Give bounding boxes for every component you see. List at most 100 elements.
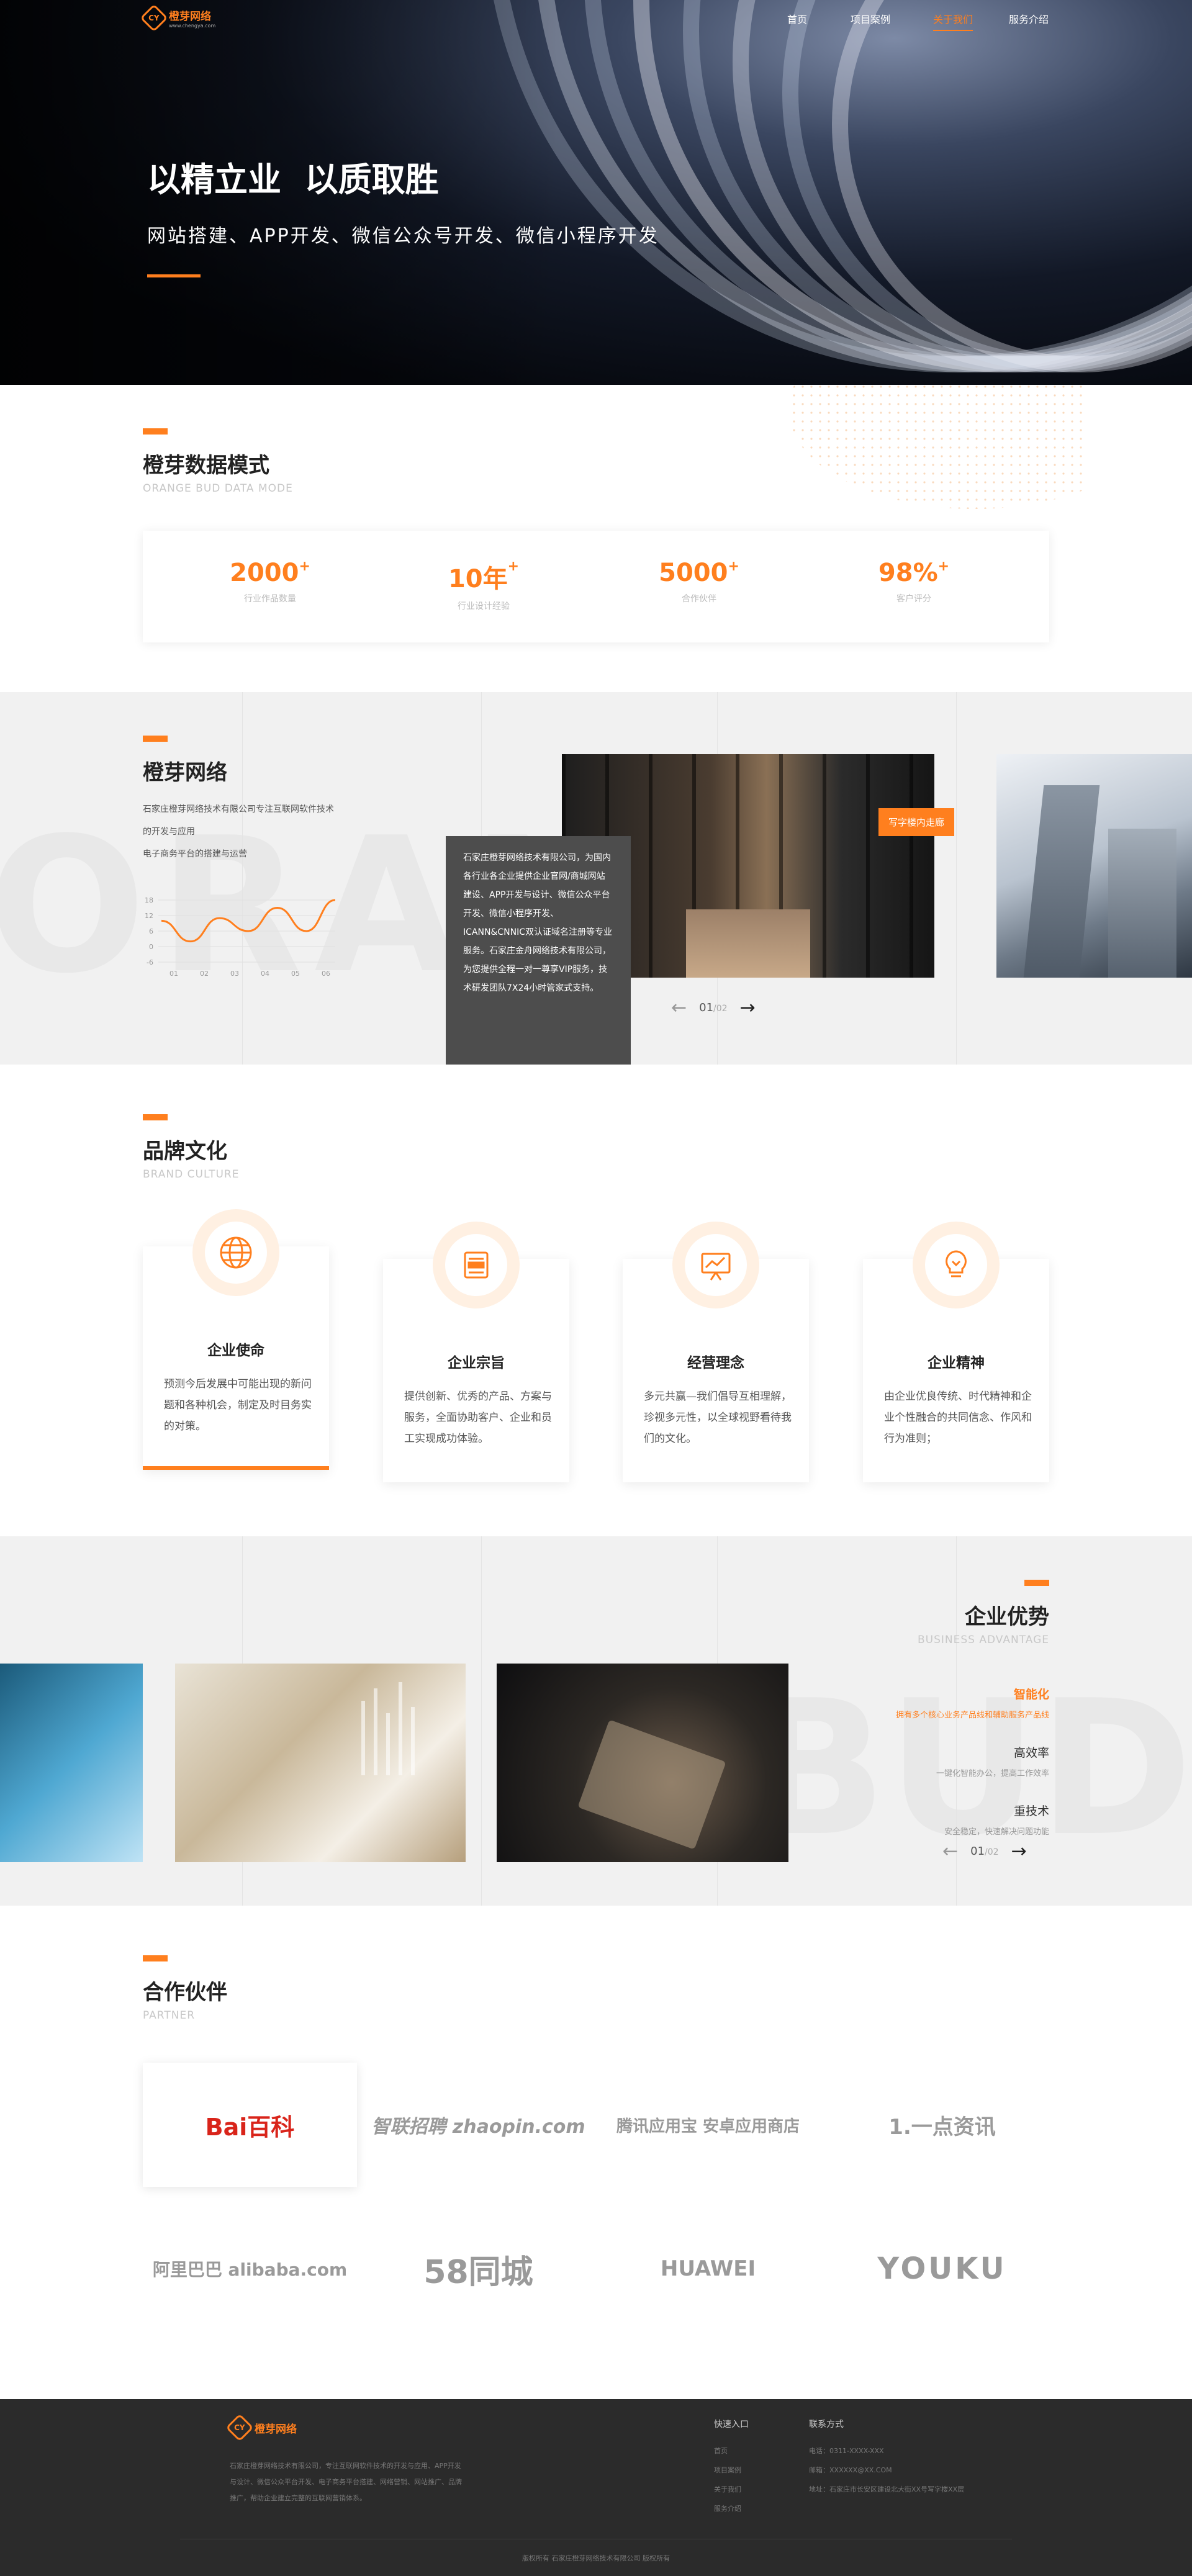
section-bar (143, 1955, 168, 1961)
partners-section: 合作伙伴 PARTNER Bai百科 智联招聘 zhaopin.com 腾讯应用… (0, 1906, 1192, 2399)
partner-logo-youku[interactable]: YOUKU (835, 2207, 1049, 2331)
about-section: ORANGE BUD 橙芽网络 石家庄橙芽网络技术有限公司专注互联网软件技术的开… (0, 692, 1192, 1065)
hero-accent-line (147, 274, 201, 277)
chart-ytick: 6 (149, 927, 153, 935)
section-subtitle: BRAND CULTURE (143, 1168, 240, 1181)
partner-logo-baidu[interactable]: Bai百科 (143, 2063, 357, 2187)
chart-xtick: 03 (230, 970, 239, 978)
card-title: 经营理念 (687, 1355, 744, 1371)
lightbulb-icon (925, 1234, 987, 1296)
data-mode-section: 橙芽数据模式 ORANGE BUD DATA MODE 2000+ 行业作品数量… (0, 385, 1192, 692)
footer-link[interactable]: 项目案例 (714, 2461, 749, 2480)
next-arrow-icon[interactable]: → (1011, 1840, 1027, 1862)
logo[interactable]: CY 橙芽网络 www.chengya.com (140, 4, 216, 32)
logo-mark-icon: CY (225, 2413, 254, 2442)
culture-section: 品牌文化 BRAND CULTURE 企业使命 预测今后发展中可能出现的新问题和… (0, 1065, 1192, 1536)
nav-about[interactable]: 关于我们 (933, 11, 973, 31)
top-nav: CY 橙芽网络 www.chengya.com 首页 项目案例 关于我们 服务介… (0, 0, 1192, 38)
footer-link[interactable]: 关于我们 (714, 2480, 749, 2499)
section-title: 合作伙伴 (143, 1980, 227, 2005)
nav-projects[interactable]: 项目案例 (851, 11, 890, 26)
footer-link[interactable]: 服务介绍 (714, 2499, 749, 2518)
hero-title: 以精立业 以质取胜 (147, 160, 439, 199)
photo-tag: 写字楼内走廊 (878, 808, 955, 836)
partner-logo-yidian[interactable]: 1.一点资讯 (835, 2063, 1049, 2187)
prev-arrow-icon[interactable]: ← (942, 1840, 958, 1862)
robot-chip-photo (497, 1664, 788, 1862)
culture-card[interactable]: 企业精神 由企业优良传统、时代精神和企业个性融合的共同信念、作风和行为准则； (863, 1222, 1049, 1482)
culture-card[interactable]: 经营理念 多元共赢—我们倡导互相理解，珍视多元性，以全球视野看待我们的文化。 (623, 1222, 809, 1482)
section-subtitle: BUSINESS ADVANTAGE (918, 1634, 1049, 1646)
advantage-section: BUD 企业优势 BUSINESS ADVANTAGE 智能化 拥有多个核心业务… (0, 1536, 1192, 1906)
culture-card[interactable]: 企业使命 预测今后发展中可能出现的新问题和各种机会，制定及时目务实的对策。 (143, 1209, 329, 1470)
section-title: 橙芽网络 (143, 760, 227, 785)
stat-item: 10年+ 行业设计经验 (448, 559, 520, 611)
chart-ytick: -6 (147, 958, 153, 966)
partner-logo-58[interactable]: 58同城 (371, 2207, 585, 2331)
stat-item: 98%+ 客户评分 (878, 559, 950, 604)
partner-logo-zhaopin[interactable]: 智联招聘 zhaopin.com (371, 2063, 585, 2187)
section-bar (143, 428, 168, 435)
section-subtitle: PARTNER (143, 2009, 196, 2022)
section-bar (1024, 1580, 1049, 1586)
skyscraper-photo (996, 754, 1192, 978)
section-title: 企业优势 (965, 1605, 1049, 1629)
chart-xtick: 04 (261, 970, 269, 978)
card-text: 由企业优良传统、时代精神和企业个性融合的共同信念、作风和行为准则； (884, 1390, 1032, 1445)
card-title: 企业精神 (928, 1355, 985, 1371)
footer-links: 快速入口 首页 项目案例 关于我们 服务介绍 (714, 2418, 749, 2518)
chart-series-line (161, 899, 336, 943)
about-intro: 石家庄橙芽网络技术有限公司专注互联网软件技术 的开发与应用 电子商务平台的搭建与运营 (143, 804, 334, 859)
partner-logo-alibaba[interactable]: 阿里巴巴 alibaba.com (143, 2207, 357, 2331)
stats-panel: 2000+ 行业作品数量 10年+ 行业设计经验 5000+ 合作伙伴 98%+… (143, 531, 1049, 642)
section-title: 橙芽数据模式 (143, 453, 269, 478)
chart-xtick: 02 (200, 970, 209, 978)
section-title: 品牌文化 (143, 1139, 227, 1164)
nav-home[interactable]: 首页 (787, 11, 807, 26)
footer-contact: 联系方式 电话：0311-XXXX-XXX 邮箱：XXXXXX@XX.COM 地址：… (809, 2420, 965, 2493)
advantage-item[interactable]: 重技术 安全稳定，快速解决问题功能 (807, 1802, 1049, 1837)
next-arrow-icon[interactable]: → (740, 997, 756, 1019)
footer: CY 橙芽网络 石家庄橙芽网络技术有限公司，专注互联网软件技术的开发与应用、AP… (0, 2399, 1192, 2576)
nav-services[interactable]: 服务介绍 (1009, 11, 1049, 26)
partner-logo-huawei[interactable]: HUAWEI (601, 2207, 815, 2331)
tech-network-photo (0, 1664, 143, 1862)
hero-banner: CY 橙芽网络 www.chengya.com 首页 项目案例 关于我们 服务介… (0, 0, 1192, 385)
logo-text: 橙芽网络 (255, 2423, 297, 2436)
footer-link[interactable]: 首页 (714, 2441, 749, 2461)
advantage-item[interactable]: 高效率 一键化智能办公，提高工作效率 (807, 1744, 1049, 1778)
section-bar (143, 1114, 168, 1120)
card-text: 提供创新、优秀的产品、方案与服务，全面协助客户、企业和员工实现成功体验。 (404, 1390, 552, 1445)
footer-logo[interactable]: CY 橙芽网络 (225, 2413, 297, 2442)
card-title: 企业使命 (207, 1343, 264, 1359)
hero-subtitle: 网站搭建、APP开发、微信公众号开发、微信小程序开发 (147, 225, 659, 247)
slide-pager: 01/02 (970, 1845, 999, 1858)
about-popup: 石家庄橙芽网络技术有限公司，为国内各行业各企业提供企业官网/商城网站建设、APP… (446, 836, 631, 1065)
globe-icon (205, 1222, 267, 1284)
logo-mark-icon: CY (140, 4, 168, 32)
copyright: 版权所有 石家庄橙芽网络技术有限公司 版权所有 (522, 2554, 670, 2562)
section-bar (143, 736, 168, 742)
chart-xtick: 05 (291, 970, 300, 978)
chart-ytick: 18 (145, 896, 153, 904)
footer-desc: 石家庄橙芽网络技术有限公司，专注互联网软件技术的开发与应用、APP开发与设计、微… (230, 2462, 462, 2502)
slide-pager: 01/02 (699, 1001, 728, 1014)
chart-ytick: 0 (149, 943, 153, 951)
advantage-item[interactable]: 智能化 拥有多个核心业务产品线和辅助服务产品线 (807, 1685, 1049, 1720)
chart-xtick: 01 (169, 970, 178, 978)
stat-item: 5000+ 合作伙伴 (659, 559, 739, 604)
partner-logo-tencent[interactable]: 腾讯应用宝 安卓应用商店 (601, 2063, 815, 2187)
prev-arrow-icon[interactable]: ← (671, 997, 687, 1019)
business-charts-photo (175, 1664, 466, 1862)
logo-url: www.chengya.com (169, 23, 216, 29)
line-chart: 18 12 6 0 -6 01 02 03 04 05 06 (145, 896, 336, 978)
card-title: 企业宗旨 (448, 1355, 505, 1371)
section-subtitle: ORANGE BUD DATA MODE (143, 482, 293, 495)
advantage-list: 智能化 拥有多个核心业务产品线和辅助服务产品线 高效率 一键化智能办公，提高工作… (807, 1685, 1049, 1837)
card-text: 预测今后发展中可能出现的新问题和各种机会，制定及时目务实的对策。 (164, 1378, 312, 1433)
chart-xtick: 06 (322, 970, 330, 978)
card-text: 多元共赢—我们倡导互相理解，珍视多元性，以全球视野看待我们的文化。 (644, 1390, 792, 1445)
culture-card[interactable]: 企业宗旨 提供创新、优秀的产品、方案与服务，全面协助客户、企业和员工实现成功体验… (383, 1222, 569, 1482)
stat-item: 2000+ 行业作品数量 (230, 559, 310, 604)
presentation-icon (685, 1234, 747, 1296)
